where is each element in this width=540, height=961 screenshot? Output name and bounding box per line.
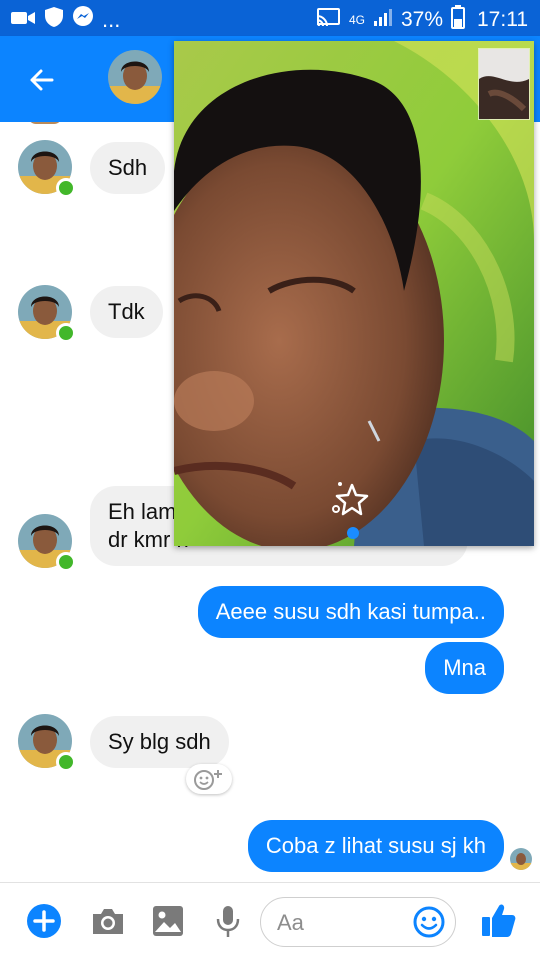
avatar [28, 122, 62, 124]
messenger-icon [72, 6, 94, 34]
message-text: Sy blg sdh [108, 729, 211, 754]
self-view-thumbnail[interactable] [478, 48, 530, 120]
network-type: 4G [348, 13, 365, 27]
gallery-icon [153, 906, 183, 936]
add-icon [27, 904, 61, 938]
page-dot-indicator [347, 527, 359, 539]
shield-icon [44, 6, 64, 34]
add-reaction-icon [194, 770, 222, 790]
contact-avatar[interactable] [108, 50, 162, 104]
battery-icon [451, 5, 465, 35]
add-button[interactable] [26, 903, 62, 939]
status-left: ... [10, 6, 120, 34]
message-composer [0, 882, 540, 961]
emoji-button[interactable] [411, 904, 447, 940]
signal-icon [373, 7, 393, 33]
online-indicator [56, 752, 76, 772]
message-text: Aeee susu sdh kasi tumpa.. [215, 599, 486, 624]
thumbs-up-icon [482, 904, 516, 937]
status-bar: ... 4G 37% 17:11 [0, 0, 540, 36]
video-call-icon [10, 7, 36, 33]
message-input-container[interactable] [260, 897, 456, 947]
camera-icon [93, 909, 123, 934]
message-bubble-incoming[interactable]: Sy blg sdh [90, 716, 229, 768]
like-button[interactable] [480, 901, 516, 937]
status-right: 4G 37% 17:11 [315, 5, 528, 35]
add-reaction-button[interactable] [186, 764, 232, 794]
voice-button[interactable] [210, 903, 246, 939]
message-input[interactable] [275, 906, 419, 940]
battery-percent: 37% [400, 8, 443, 31]
message-text: Mna [443, 655, 486, 680]
gallery-button[interactable] [150, 903, 186, 939]
back-arrow-icon [30, 69, 54, 91]
effects-button[interactable] [330, 479, 374, 519]
clock: 17:11 [477, 8, 528, 31]
camera-button[interactable] [90, 903, 126, 939]
status-overflow: ... [102, 7, 121, 32]
message-bubble-outgoing[interactable]: Aeee susu sdh kasi tumpa.. [197, 586, 504, 638]
message-bubble-outgoing[interactable]: Coba z lihat susu sj kh [247, 820, 504, 872]
message-text: Tdk [108, 299, 145, 324]
effects-sparkle-icon [332, 482, 369, 516]
cast-icon [315, 7, 341, 33]
online-indicator [56, 323, 76, 343]
online-indicator [56, 552, 76, 572]
message-text: Coba z lihat susu sj kh [265, 833, 486, 858]
message-bubble-incoming[interactable]: Tdk [90, 286, 163, 338]
message-bubble-outgoing[interactable]: Mna [425, 642, 504, 694]
microphone-icon [216, 906, 240, 937]
message-bubble-incoming[interactable]: Sdh [90, 142, 166, 194]
seen-receipt-avatar [510, 848, 532, 870]
online-indicator [56, 178, 76, 198]
message-text: Sdh [108, 155, 148, 180]
back-button[interactable] [22, 60, 62, 100]
emoji-icon [413, 906, 445, 938]
